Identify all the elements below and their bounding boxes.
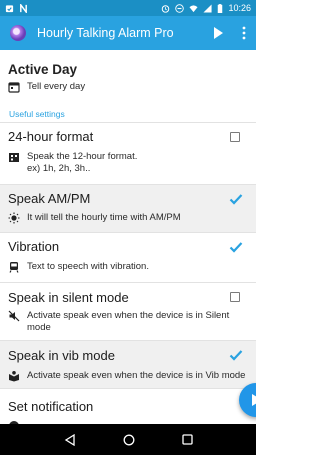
status-bar: 10:26: [0, 0, 256, 16]
minus-circle-icon: [175, 3, 185, 13]
setting-title: Vibration: [8, 239, 60, 254]
calendar-check-icon: [5, 4, 14, 12]
alarm-clock-icon: [162, 4, 170, 13]
setting-title: Set notification: [8, 399, 94, 414]
setting-title: Speak in vib mode: [8, 348, 115, 363]
setting-title: Speak in silent mode: [8, 290, 129, 305]
setting-speak-in-vib-mode[interactable]: Speak in vib mode Activate speak even wh…: [0, 341, 256, 388]
setting-summary: It will tell the hourly time with AM/PM: [8, 212, 181, 224]
setting-set-notification[interactable]: Set notification: [0, 389, 256, 424]
setting-title: Speak AM/PM: [8, 191, 91, 206]
setting-summary-text: It will tell the hourly time with AM/PM: [27, 212, 181, 223]
battery-icon: [218, 3, 223, 13]
play-icon[interactable]: [210, 25, 226, 41]
more-vert-icon[interactable]: [241, 25, 247, 41]
checkbox-24-hour-format[interactable]: [230, 132, 240, 142]
setting-title: Active Day: [8, 62, 78, 77]
back-icon[interactable]: [64, 433, 76, 446]
setting-summary-text: Speak the 12-hour format. ex) 1h, 2h, 3h…: [27, 151, 138, 174]
setting-summary: Activate speak even when the device is i…: [8, 370, 256, 382]
setting-speak-am-pm[interactable]: Speak AM/PM It will tell the hourly time…: [0, 185, 256, 232]
app-title: Hourly Talking Alarm Pro: [37, 26, 174, 40]
app-bar: Hourly Talking Alarm Pro: [0, 16, 256, 50]
sun-icon: [8, 212, 20, 224]
setting-summary: Tell every day: [8, 81, 85, 93]
navigation-bar: [0, 424, 256, 455]
setting-summary: Text to speech with vibration.: [8, 261, 149, 273]
setting-summary-text: Activate speak even when the device is i…: [27, 310, 230, 333]
setting-summary: Activate speak even when the device is i…: [8, 310, 248, 334]
setting-title: 24-hour format: [8, 129, 94, 144]
setting-summary-text: Text to speech with vibration.: [27, 261, 149, 272]
setting-summary-text: Tell every day: [27, 81, 86, 92]
section-header-useful-settings: Useful settings: [9, 109, 65, 119]
volume-off-icon: [8, 310, 20, 322]
status-time: 10:26: [228, 3, 251, 13]
calendar-icon: [8, 82, 20, 93]
setting-summary: Speak the 12-hour format. ex) 1h, 2h, 3h…: [8, 151, 137, 175]
checkmark-vibration-icon[interactable]: [229, 241, 243, 253]
checkmark-speak-am-pm-icon[interactable]: [229, 193, 243, 205]
setting-summary-text: Activate speak even when the device is i…: [27, 370, 246, 381]
setting-24-hour-format[interactable]: 24-hour format Speak the 12-hour format.…: [0, 123, 256, 184]
play-icon: [252, 394, 256, 406]
settings-list: Active Day Tell every day Useful setting…: [0, 50, 256, 424]
app-logo-icon: [10, 25, 26, 41]
grid-clock-icon: [9, 153, 19, 162]
wifi-icon: [189, 4, 199, 12]
home-icon[interactable]: [123, 434, 135, 446]
checkmark-speak-in-vib-mode-icon[interactable]: [229, 349, 243, 361]
signal-icon: [203, 3, 213, 13]
checkbox-speak-in-silent-mode[interactable]: [230, 292, 240, 302]
recents-icon[interactable]: [181, 434, 193, 445]
train-icon: [9, 262, 19, 273]
screen: 10:26 Hourly Talking Alarm Pro Active Da…: [0, 0, 256, 455]
n-notification-icon: [20, 3, 27, 13]
book-person-icon: [9, 371, 19, 382]
setting-active-day[interactable]: Active Day Tell every day: [0, 50, 256, 102]
setting-speak-in-silent-mode[interactable]: Speak in silent mode Activate speak even…: [0, 283, 256, 340]
setting-vibration[interactable]: Vibration Text to speech with vibration.: [0, 233, 256, 282]
